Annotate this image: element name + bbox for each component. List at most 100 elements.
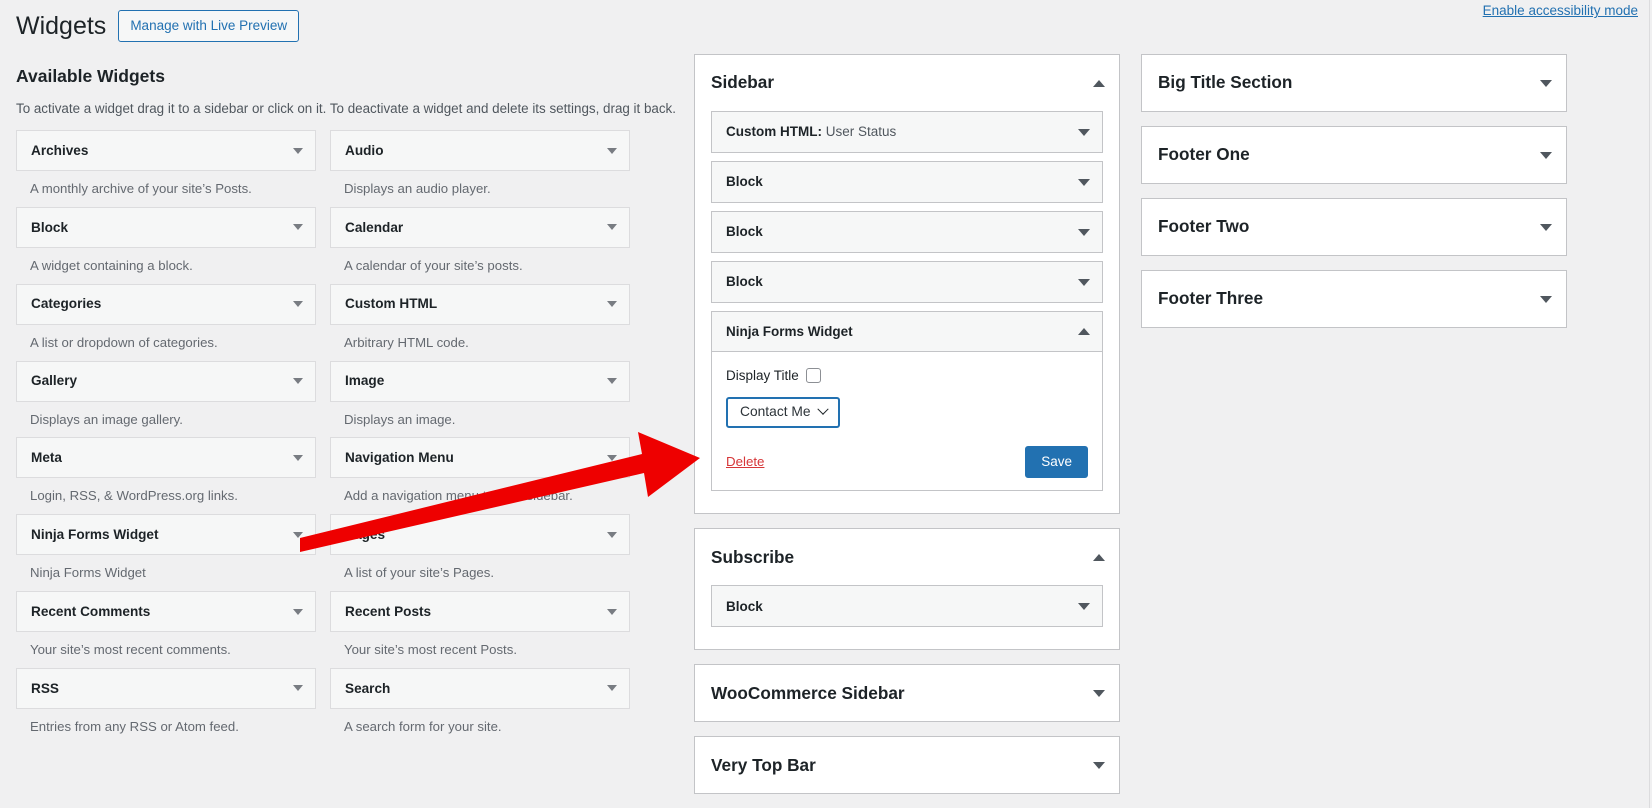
available-widget[interactable]: Ninja Forms Widget — [16, 514, 316, 556]
available-widget-title: Search — [345, 680, 391, 696]
chevron-up-icon[interactable] — [1078, 328, 1090, 335]
chevron-up-icon[interactable] — [1093, 553, 1105, 561]
sidebar-panel-header[interactable]: Footer Two — [1142, 199, 1566, 255]
chevron-down-icon[interactable] — [293, 608, 303, 615]
available-widget-description: Login, RSS, & WordPress.org links. — [30, 488, 238, 504]
chevron-down-icon[interactable] — [607, 454, 617, 461]
available-widget[interactable]: Calendar — [330, 206, 630, 248]
chevron-down-icon[interactable] — [1078, 128, 1090, 136]
sidebar-widget-header[interactable]: Ninja Forms Widget — [712, 312, 1102, 352]
available-widget[interactable]: Audio — [330, 130, 630, 171]
display-title-row: Display Title — [726, 368, 1088, 383]
sidebar-panel-header[interactable]: Sidebar — [695, 55, 1119, 111]
chevron-down-icon — [816, 403, 829, 416]
available-widget[interactable]: Archives — [16, 130, 316, 171]
available-widget-title: Gallery — [31, 373, 78, 389]
chevron-down-icon[interactable] — [293, 224, 303, 231]
manage-with-live-preview-button[interactable]: Manage with Live Preview — [118, 10, 300, 43]
sidebar-widget[interactable]: Ninja Forms Widget Display Title Contact M… — [711, 311, 1103, 492]
sidebar-panel-body: Block — [695, 585, 1119, 649]
available-widget[interactable]: Navigation Menu — [330, 437, 630, 479]
available-widget-description: Your site’s most recent comments. — [30, 642, 231, 658]
sidebar-panel-title: Footer One — [1158, 144, 1250, 165]
sidebar-panel-header[interactable]: Very Top Bar — [695, 737, 1119, 793]
sidebar-panel: Subscribe Block — [694, 528, 1120, 651]
available-widget[interactable]: Pages — [330, 514, 630, 556]
chevron-down-icon[interactable] — [607, 224, 617, 231]
chevron-down-icon[interactable] — [607, 531, 617, 538]
available-widget[interactable]: Recent Comments — [16, 591, 316, 633]
available-widget-title: Navigation Menu — [345, 450, 454, 466]
chevron-down-icon[interactable] — [293, 147, 303, 154]
chevron-down-icon[interactable] — [607, 301, 617, 308]
chevron-down-icon[interactable] — [293, 378, 303, 385]
sidebar-panel: Footer Two — [1141, 198, 1567, 256]
available-widget[interactable]: Block — [16, 206, 316, 248]
available-widget-description: Displays an image gallery. — [30, 411, 183, 427]
display-title-checkbox[interactable] — [805, 368, 821, 383]
available-widget[interactable]: RSS — [16, 667, 316, 709]
available-widget[interactable]: Categories — [16, 283, 316, 325]
delete-widget-link[interactable]: Delete — [726, 454, 764, 469]
available-widgets-column-right: Audio Displays an audio player. Calendar A … — [330, 130, 630, 745]
available-widget-description: Add a navigation menu to your sidebar. — [344, 488, 573, 504]
chevron-down-icon[interactable] — [1093, 689, 1105, 697]
sidebar-panel-header[interactable]: Footer One — [1142, 127, 1566, 183]
chevron-up-icon[interactable] — [1093, 79, 1105, 87]
available-widget[interactable]: Gallery — [16, 360, 316, 402]
chevron-down-icon[interactable] — [293, 301, 303, 308]
available-widget[interactable]: Meta — [16, 437, 316, 479]
chevron-down-icon[interactable] — [293, 454, 303, 461]
form-select[interactable]: Contact Me — [726, 397, 840, 428]
sidebar-panel-header[interactable]: Subscribe — [695, 529, 1119, 585]
chevron-down-icon[interactable] — [1078, 278, 1090, 286]
sidebar-widget-title: Block — [726, 275, 1078, 289]
available-widget[interactable]: Custom HTML — [330, 283, 630, 325]
available-widget-description: Displays an image. — [344, 411, 456, 427]
sidebars-column-right: Big Title Section Footer One Footer Two Foo… — [1141, 54, 1567, 342]
chevron-down-icon[interactable] — [1093, 761, 1105, 769]
available-widget-title: Audio — [345, 142, 384, 158]
available-widgets-description: To activate a widget drag it to a sideba… — [16, 101, 676, 116]
available-widget[interactable]: Search — [330, 667, 630, 709]
chevron-down-icon[interactable] — [1078, 602, 1090, 610]
chevron-down-icon[interactable] — [1078, 228, 1090, 236]
sidebar-widget-header[interactable]: Block — [712, 162, 1102, 202]
chevron-down-icon[interactable] — [607, 147, 617, 154]
save-widget-button[interactable]: Save — [1025, 445, 1088, 479]
sidebar-panel: Big Title Section — [1141, 54, 1567, 112]
chevron-down-icon[interactable] — [1540, 223, 1552, 231]
sidebar-widget-header[interactable]: Block — [712, 586, 1102, 626]
sidebar-widget-header[interactable]: Block — [712, 212, 1102, 252]
chevron-down-icon[interactable] — [607, 378, 617, 385]
sidebar-panel: WooCommerce Sidebar — [694, 664, 1120, 723]
available-widget[interactable]: Image — [330, 360, 630, 402]
sidebar-widget[interactable]: Block — [711, 211, 1103, 253]
sidebar-panel-header[interactable]: Footer Three — [1142, 271, 1566, 327]
sidebar-panel-title: Footer Two — [1158, 216, 1250, 237]
sidebar-widget[interactable]: Block — [711, 161, 1103, 203]
sidebar-widget-header[interactable]: Block — [712, 262, 1102, 302]
sidebar-panel-header[interactable]: WooCommerce Sidebar — [695, 665, 1119, 721]
chevron-down-icon[interactable] — [1540, 151, 1552, 159]
sidebar-widget-title-main: Block — [726, 598, 763, 614]
chevron-down-icon[interactable] — [1078, 178, 1090, 186]
sidebar-widget-title-main: Ninja Forms Widget — [726, 323, 853, 339]
chevron-down-icon[interactable] — [1540, 79, 1552, 87]
available-widget-description: Arbitrary HTML code. — [344, 334, 469, 350]
sidebar-widget-header[interactable]: Custom HTML: User Status — [712, 112, 1102, 152]
chevron-down-icon[interactable] — [293, 531, 303, 538]
sidebar-panel: Sidebar Custom HTML: User Status Block Bloc… — [694, 54, 1120, 515]
sidebar-widget-title: Block — [726, 225, 1078, 239]
chevron-down-icon[interactable] — [607, 608, 617, 615]
chevron-down-icon[interactable] — [293, 685, 303, 692]
sidebar-widget[interactable]: Block — [711, 585, 1103, 628]
sidebar-widget[interactable]: Block — [711, 261, 1103, 303]
sidebar-panel-header[interactable]: Big Title Section — [1142, 55, 1566, 111]
chevron-down-icon[interactable] — [607, 685, 617, 692]
available-widget[interactable]: Recent Posts — [330, 591, 630, 633]
accessibility-link-container: Enable accessibility mode — [1483, 0, 1638, 22]
enable-accessibility-mode-link[interactable]: Enable accessibility mode — [1483, 4, 1638, 18]
sidebar-widget[interactable]: Custom HTML: User Status — [711, 111, 1103, 153]
chevron-down-icon[interactable] — [1540, 295, 1552, 303]
